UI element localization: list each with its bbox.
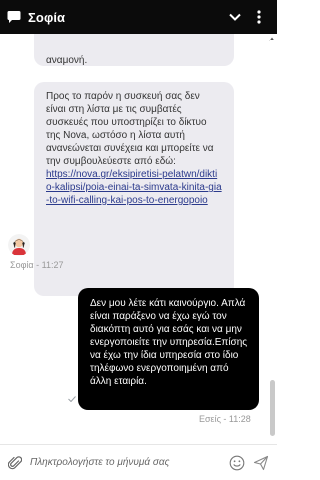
more-options-button[interactable] <box>249 7 269 27</box>
minimize-button[interactable] <box>225 7 245 27</box>
message-text: Προς το παρόν η συσκευή σας δεν είναι στ… <box>46 91 214 167</box>
message-text: αναμονή. <box>46 55 88 66</box>
more-vertical-icon <box>257 10 261 24</box>
send-icon[interactable] <box>253 455 269 471</box>
chat-header: Σοφία <box>0 0 277 34</box>
message-input[interactable] <box>30 452 225 473</box>
agent-name: Σοφία <box>28 9 66 25</box>
message-link[interactable]: https://nova.gr/eksipiretisi-pelatwn/dik… <box>46 168 222 207</box>
agent-avatar <box>8 234 30 256</box>
incoming-message: Προς το παρόν η συσκευή σας δεν είναι στ… <box>34 82 234 296</box>
delivered-check-icon <box>68 396 76 402</box>
message-text: Δεν μου λέτε κάτι καινούργιο. Απλά είναι… <box>90 298 248 387</box>
message-meta: Εσείς - 11:28 <box>199 414 251 424</box>
paperclip-icon[interactable] <box>8 455 22 471</box>
scrollbar[interactable] <box>270 40 275 438</box>
chat-bubble-icon <box>7 11 21 23</box>
emoji-icon[interactable] <box>229 455 245 471</box>
incoming-message: αναμονή. <box>34 34 234 66</box>
message-meta: Σοφία - 11:27 <box>10 260 64 270</box>
agent-avatar-image <box>8 234 30 256</box>
outgoing-message: Δεν μου λέτε κάτι καινούργιο. Απλά είναι… <box>78 288 259 410</box>
chevron-down-icon <box>229 13 241 21</box>
scrollbar-thumb[interactable] <box>270 380 275 436</box>
message-list[interactable]: αναμονή. Προς το παρόν η συσκευή σας δεν… <box>0 34 277 444</box>
message-composer <box>0 445 277 480</box>
